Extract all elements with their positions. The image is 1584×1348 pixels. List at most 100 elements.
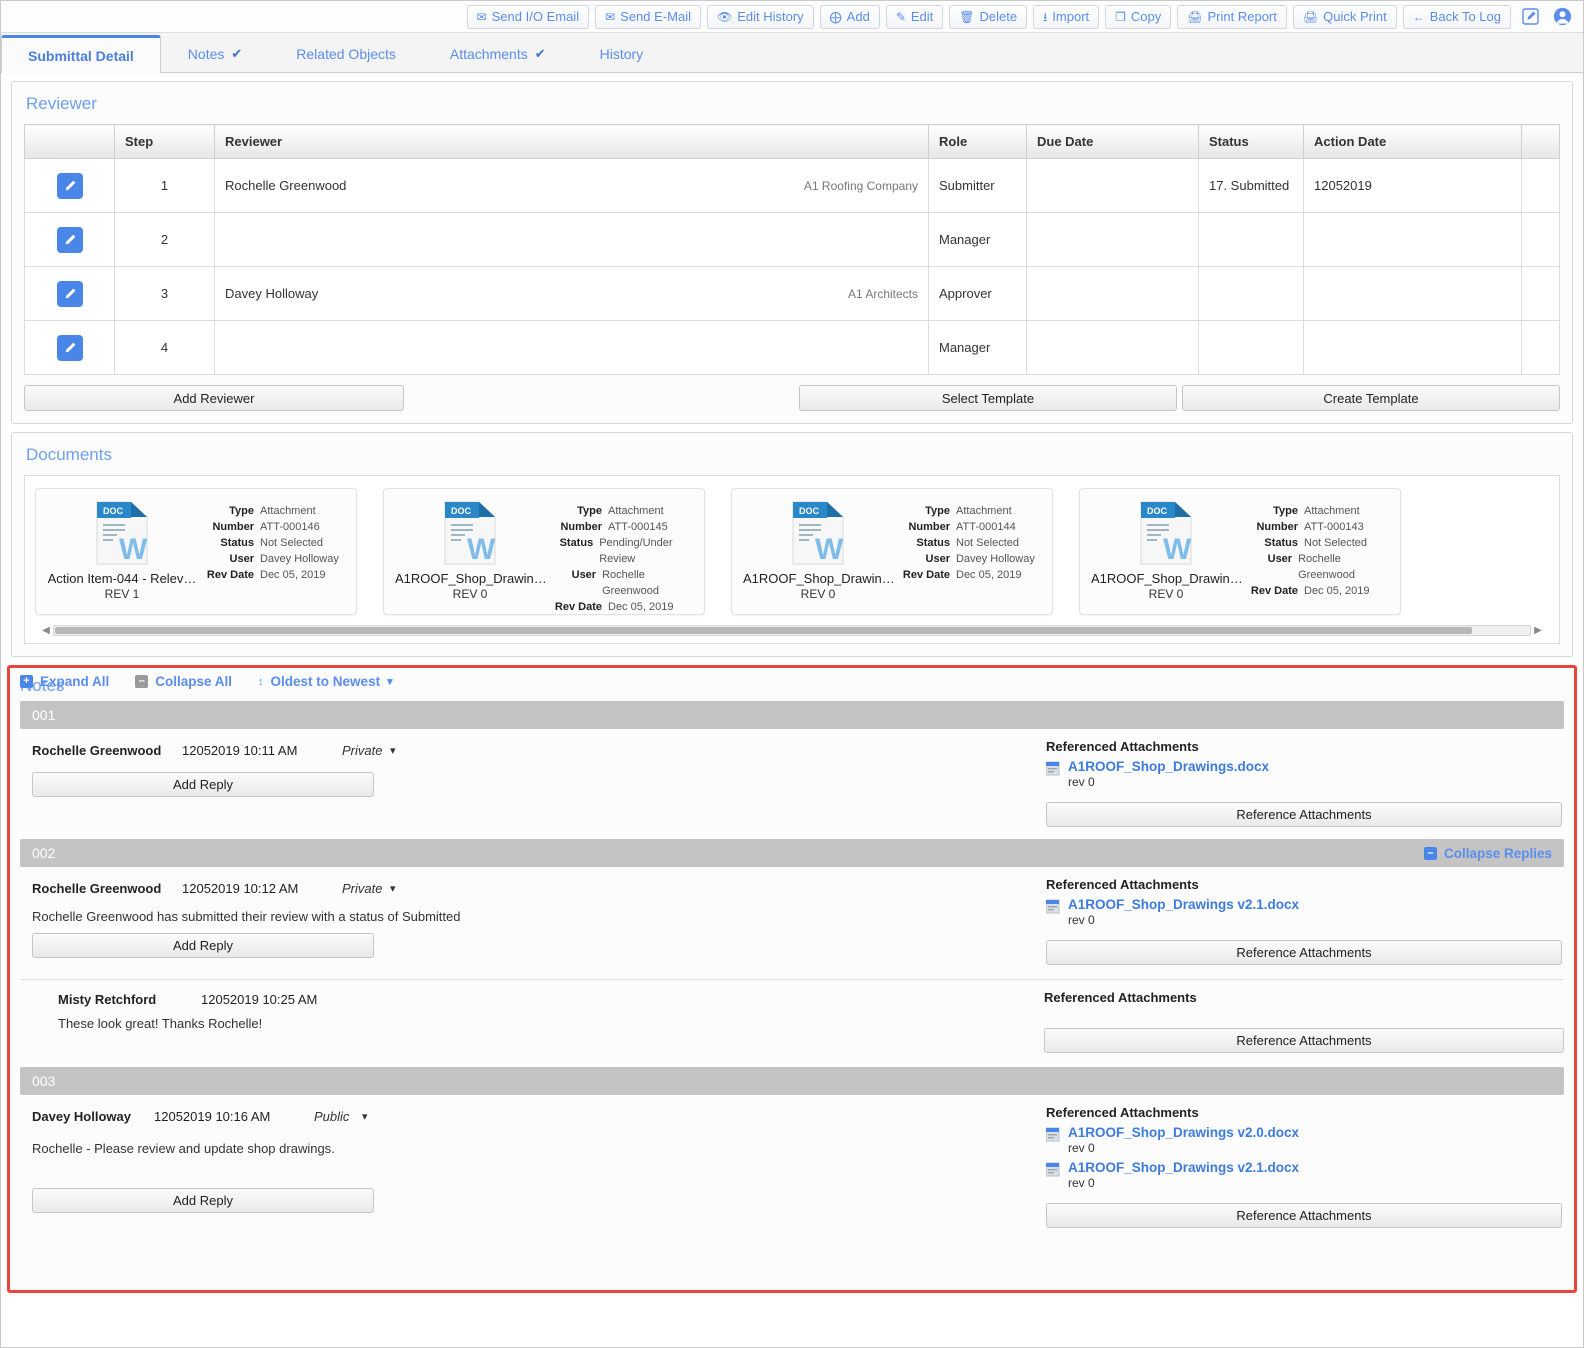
user-account-icon[interactable] <box>1549 5 1575 29</box>
document-card-details: Type Attachment Number ATT-000145 Status Pe… <box>546 497 694 613</box>
edit-button[interactable]: ✎ Edit <box>885 4 944 29</box>
scrollbar-thumb[interactable] <box>55 626 1472 634</box>
attachment-name[interactable]: A1ROOF_Shop_Drawings v2.1.docx <box>1068 897 1299 912</box>
document-card[interactable]: DOC W Action Item-044 - Relev… REV 1 Typ… <box>35 488 357 615</box>
note-author: Davey Holloway <box>32 1109 131 1124</box>
note-visibility: Private <box>342 881 383 896</box>
note-meta: Davey Holloway 12052019 10:16 AM Public … <box>32 1109 1032 1124</box>
edit-history-button[interactable]: 👁 Edit History <box>706 4 814 29</box>
notes-toolbar: + Expand All – Collapse All ↕ Oldest to … <box>20 674 1564 689</box>
value-user: Rochelle Greenwood <box>1298 553 1355 581</box>
send-io-email-button[interactable]: ✉ Send I/O Email <box>466 4 590 29</box>
tab-attachments[interactable]: Attachments ✔ <box>423 34 573 72</box>
row-edit-button[interactable] <box>56 334 83 361</box>
chevron-down-icon[interactable]: ▾ <box>390 744 396 757</box>
row-end-cell <box>1521 158 1560 213</box>
add-reviewer-button[interactable]: Add Reviewer <box>24 385 404 411</box>
value-rev-date: Dec 05, 2019 <box>956 569 1022 581</box>
attachment-item[interactable]: A1ROOF_Shop_Drawings.docx rev 0 <box>1045 759 1562 789</box>
document-card[interactable]: DOC W A1ROOF_Shop_Drawin… REV 0 Type Atta… <box>383 488 705 615</box>
printer-icon: 🖨 <box>1187 9 1203 24</box>
attachment-item[interactable]: A1ROOF_Shop_Drawings v2.0.docx rev 0 <box>1045 1125 1562 1155</box>
collapse-all-label: Collapse All <box>155 674 233 689</box>
tab-history[interactable]: History <box>573 34 671 72</box>
top-toolbar: ✉ Send I/O Email ✉ Send E-Mail 👁 Edit Hi… <box>1 1 1583 33</box>
label-rev-date: Rev Date <box>1250 585 1298 597</box>
note-author: Rochelle Greenwood <box>32 881 162 896</box>
tab-notes[interactable]: Notes ✔ <box>161 34 269 72</box>
note-header-001[interactable]: 001 <box>20 701 1564 729</box>
row-step: 1 <box>114 158 215 213</box>
create-template-button[interactable]: Create Template <box>1182 385 1560 411</box>
note-body-001: Rochelle Greenwood 12052019 10:11 AM Pri… <box>20 729 1564 827</box>
document-card[interactable]: DOC W A1ROOF_Shop_Drawin… REV 0 Type Atta… <box>731 488 1053 615</box>
send-email-button[interactable]: ✉ Send E-Mail <box>595 4 701 29</box>
document-card-left: DOC W A1ROOF_Shop_Drawin… REV 0 <box>1090 497 1242 608</box>
chevron-down-icon[interactable]: ▾ <box>362 1110 368 1123</box>
tab-submittal-detail[interactable]: Submittal Detail <box>1 35 161 73</box>
col-header-role: Role <box>928 124 1027 159</box>
document-card-rev: REV 1 <box>104 587 140 601</box>
col-header-end <box>1521 124 1560 159</box>
attachment-name[interactable]: A1ROOF_Shop_Drawings v2.1.docx <box>1068 1160 1299 1175</box>
delete-button[interactable]: 🗑 Delete <box>949 4 1028 29</box>
svg-text:W: W <box>815 533 844 565</box>
scroll-right-icon[interactable]: ▶ <box>1531 625 1545 636</box>
add-reply-button[interactable]: Add Reply <box>32 772 374 797</box>
import-button[interactable]: ⭳ Import <box>1033 4 1100 29</box>
attachment-item[interactable]: A1ROOF_Shop_Drawings v2.1.docx rev 0 <box>1045 897 1562 927</box>
reference-attachments-button[interactable]: Reference Attachments <box>1046 940 1562 965</box>
sort-order-dropdown[interactable]: ↕ Oldest to Newest ▾ <box>258 674 393 689</box>
note-visibility: Private <box>342 743 383 758</box>
attachment-item[interactable]: A1ROOF_Shop_Drawings v2.1.docx rev 0 <box>1045 1160 1562 1190</box>
row-role: Manager <box>928 320 1027 375</box>
row-edit-button[interactable] <box>56 226 83 253</box>
row-role: Manager <box>928 212 1027 267</box>
svg-text:DOC: DOC <box>103 506 124 516</box>
select-template-button[interactable]: Select Template <box>799 385 1177 411</box>
row-step: 3 <box>114 266 215 321</box>
copy-button[interactable]: ❐ Copy <box>1105 4 1172 29</box>
row-step: 2 <box>114 212 215 267</box>
add-button[interactable]: ⨁ Add <box>819 4 880 29</box>
attachment-name[interactable]: A1ROOF_Shop_Drawings.docx <box>1068 759 1269 774</box>
collapse-all-button[interactable]: – Collapse All <box>135 674 232 689</box>
note-header-003[interactable]: 003 <box>20 1067 1564 1095</box>
file-icon <box>1045 1162 1060 1178</box>
tab-related-objects[interactable]: Related Objects <box>269 34 423 72</box>
note-text: Rochelle - Please review and update shop… <box>32 1141 335 1156</box>
reference-attachments-button[interactable]: Reference Attachments <box>1044 1028 1564 1053</box>
attachment-name[interactable]: A1ROOF_Shop_Drawings v2.0.docx <box>1068 1125 1299 1140</box>
table-header-row: Step Reviewer Role Due Date Status Actio… <box>24 124 1560 159</box>
attachment-info: A1ROOF_Shop_Drawings.docx rev 0 <box>1068 759 1269 789</box>
referenced-attachments-title: Referenced Attachments <box>1046 739 1199 754</box>
tab-submittal-detail-label: Submittal Detail <box>28 47 134 64</box>
word-doc-icon: DOC W <box>1137 501 1195 566</box>
add-reply-button[interactable]: Add Reply <box>32 1188 374 1213</box>
sort-arrows-icon: ↕ <box>258 675 264 688</box>
add-reply-button[interactable]: Add Reply <box>32 933 374 958</box>
back-to-log-button[interactable]: ← Back To Log <box>1402 4 1511 29</box>
word-doc-icon: DOC W <box>441 501 499 566</box>
col-header-due-date: Due Date <box>1026 124 1199 159</box>
quick-print-button[interactable]: 🖨 Quick Print <box>1292 4 1397 29</box>
chevron-down-icon[interactable]: ▾ <box>390 882 396 895</box>
compose-icon[interactable] <box>1517 5 1543 29</box>
expand-all-button[interactable]: + Expand All <box>20 674 109 689</box>
note-header-002[interactable]: 002 – Collapse Replies <box>20 839 1564 867</box>
edit-history-label: Edit History <box>737 9 804 24</box>
collapse-replies-button[interactable]: – Collapse Replies <box>1423 846 1552 861</box>
documents-scrollbar[interactable]: ◀ ▶ <box>39 623 1545 637</box>
row-edit-button[interactable] <box>56 172 83 199</box>
document-card-left: DOC W Action Item-044 - Relev… REV 1 <box>46 497 198 608</box>
print-report-button[interactable]: 🖨 Print Report <box>1177 4 1287 29</box>
document-card-details: Type Attachment Number ATT-000143 Status No… <box>1242 497 1390 608</box>
minus-square-icon: – <box>1423 846 1437 860</box>
add-label: Add <box>846 9 870 24</box>
scrollbar-track[interactable] <box>53 624 1531 636</box>
document-card[interactable]: DOC W A1ROOF_Shop_Drawin… REV 0 Type Atta… <box>1079 488 1401 615</box>
row-edit-button[interactable] <box>56 280 83 307</box>
reference-attachments-button[interactable]: Reference Attachments <box>1046 1203 1562 1228</box>
reference-attachments-button[interactable]: Reference Attachments <box>1046 802 1562 827</box>
scroll-left-icon[interactable]: ◀ <box>39 625 53 636</box>
